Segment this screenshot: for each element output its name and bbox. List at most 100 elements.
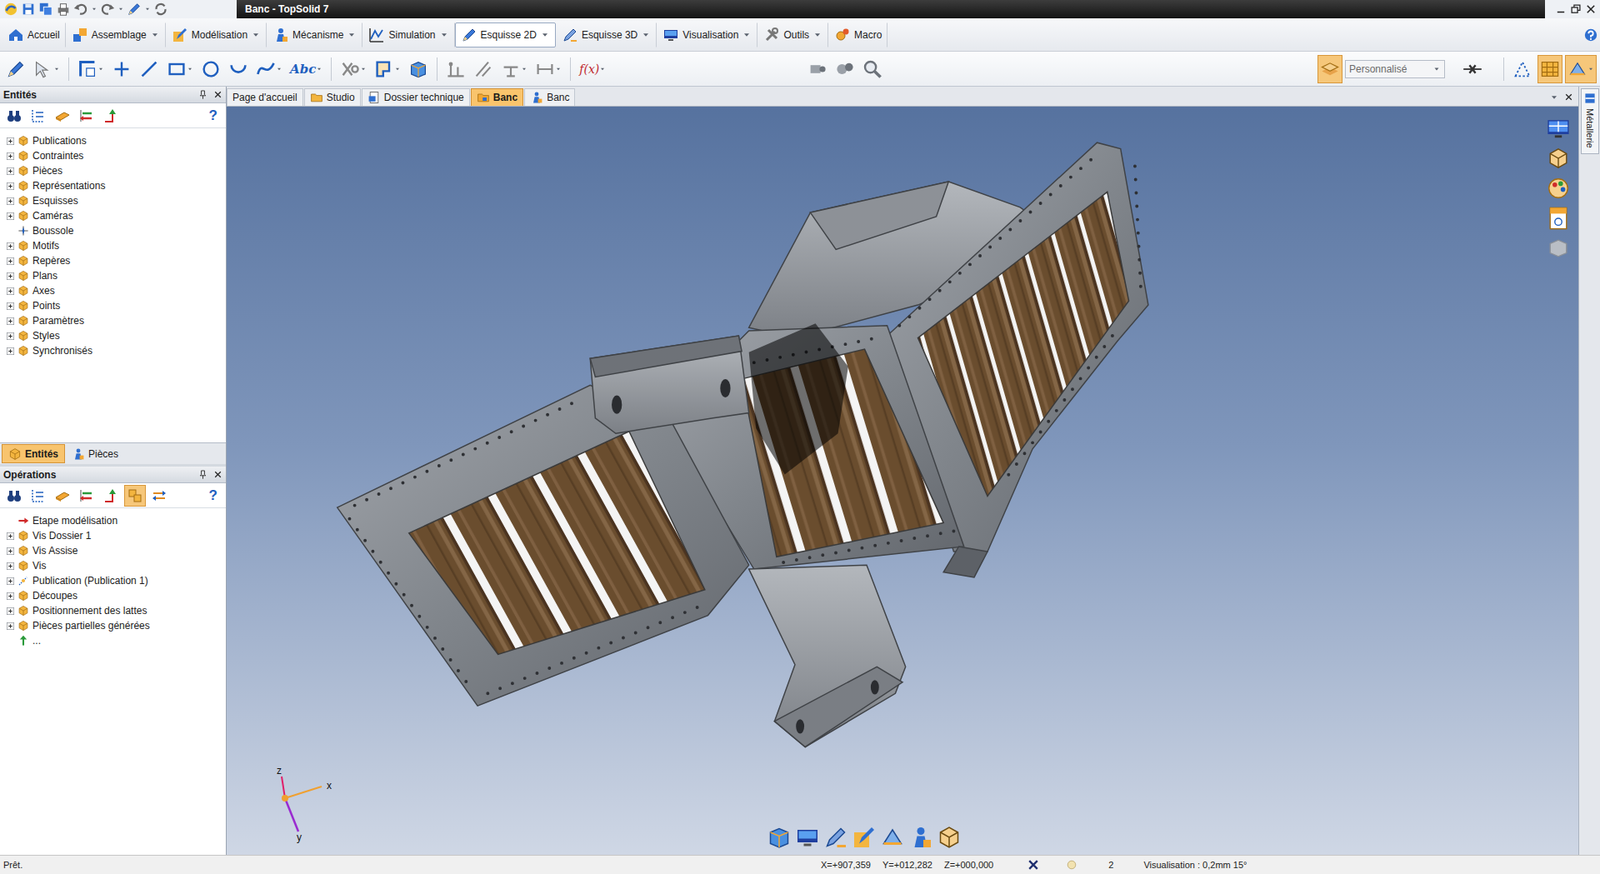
dropdown-caret-icon[interactable] bbox=[90, 5, 98, 13]
ribbon-tab[interactable]: Macro bbox=[828, 22, 888, 48]
clear-button[interactable] bbox=[51, 485, 74, 507]
ribbon-tab-label[interactable]: Mécanisme bbox=[292, 29, 344, 41]
document-tab[interactable]: Page d'accueil bbox=[226, 88, 304, 106]
ribbon-tab-label[interactable]: Visualisation bbox=[682, 29, 739, 41]
dropdown-caret-icon[interactable] bbox=[186, 65, 194, 73]
print-icon[interactable] bbox=[55, 1, 71, 17]
line-button[interactable] bbox=[136, 55, 162, 84]
tree-item[interactable]: Publication (Publication 1) bbox=[6, 573, 226, 589]
visualisation-precision[interactable]: Visualisation : 0,2mm 15° bbox=[1143, 860, 1247, 870]
numbering-button[interactable] bbox=[27, 105, 50, 127]
tree-item-label[interactable]: Paramètres bbox=[32, 315, 85, 327]
expand-icon[interactable] bbox=[6, 302, 15, 310]
tree-item[interactable]: ... bbox=[6, 633, 226, 649]
tree-item-label[interactable]: Contraintes bbox=[32, 150, 84, 162]
dropdown-caret-icon[interactable] bbox=[117, 5, 125, 13]
expand-icon[interactable] bbox=[6, 532, 15, 540]
dropdown-caret-icon[interactable] bbox=[53, 65, 60, 73]
redo-icon[interactable] bbox=[100, 1, 115, 17]
pencil-button[interactable] bbox=[3, 55, 29, 84]
document-tab-label[interactable]: Studio bbox=[326, 91, 355, 104]
dropdown-caret-icon[interactable] bbox=[144, 5, 151, 13]
tree-item[interactable]: Découpes bbox=[6, 588, 226, 604]
dropdown-caret-icon[interactable] bbox=[275, 65, 283, 73]
tree-item-label[interactable]: Points bbox=[32, 300, 60, 312]
tree-item[interactable]: Contraintes bbox=[6, 148, 226, 164]
text-tool-label[interactable]: Abc bbox=[290, 61, 316, 77]
ribbon-tab[interactable]: Outils bbox=[757, 22, 829, 48]
style-combo[interactable]: Personnalisé bbox=[1345, 60, 1445, 79]
move-button[interactable] bbox=[75, 105, 98, 127]
tree-item[interactable]: Etape modélisation bbox=[6, 513, 226, 529]
document-tab[interactable]: Banc bbox=[470, 88, 524, 106]
expand-icon[interactable] bbox=[6, 622, 15, 630]
ribbon-tab-label[interactable]: Macro bbox=[854, 29, 882, 41]
expand-icon[interactable] bbox=[6, 347, 15, 355]
tree-item[interactable]: Repères bbox=[6, 253, 226, 269]
ribbon-tab[interactable]: Simulation bbox=[362, 22, 455, 48]
expand-icon[interactable] bbox=[6, 242, 15, 250]
expand-icon[interactable] bbox=[6, 152, 15, 160]
dropdown-caret-icon[interactable] bbox=[150, 30, 160, 40]
view-side-icon[interactable] bbox=[795, 825, 820, 850]
help-icon[interactable] bbox=[1583, 27, 1599, 43]
panel-tab-label[interactable]: Pièces bbox=[88, 448, 119, 460]
help-button[interactable]: ? bbox=[204, 487, 223, 505]
tree-item-label[interactable]: Repères bbox=[32, 255, 70, 267]
close-icon[interactable] bbox=[213, 90, 223, 100]
select-button[interactable] bbox=[30, 55, 63, 84]
dropdown-caret-icon[interactable] bbox=[360, 65, 367, 73]
tree-item-label[interactable]: Caméras bbox=[32, 210, 74, 222]
document-tab-label[interactable]: Dossier technique bbox=[384, 91, 465, 104]
tree-item[interactable]: Paramètres bbox=[6, 313, 226, 329]
drawing-icon[interactable] bbox=[1546, 206, 1570, 230]
document-tab[interactable]: Studio bbox=[304, 88, 361, 106]
tree-item-label[interactable]: Etape modélisation bbox=[32, 515, 118, 527]
tree-item-label[interactable]: Découpes bbox=[32, 590, 78, 602]
ribbon-tab[interactable]: Accueil bbox=[1, 22, 66, 48]
tree-item[interactable]: Styles bbox=[6, 328, 226, 344]
close-icon[interactable] bbox=[213, 470, 223, 480]
shape-icon[interactable] bbox=[1546, 236, 1570, 260]
ribbon-tab[interactable]: Esquisse 3D bbox=[555, 22, 657, 48]
text-tool-button[interactable]: Abc bbox=[287, 55, 325, 84]
tree-item[interactable]: Esquisses bbox=[6, 193, 226, 209]
zoom-button[interactable] bbox=[860, 55, 885, 84]
expand-icon[interactable] bbox=[6, 197, 15, 205]
tree-item-label[interactable]: Synchronisés bbox=[32, 345, 93, 357]
distance-button[interactable] bbox=[532, 55, 565, 84]
save-icon[interactable] bbox=[20, 1, 36, 17]
dropdown-caret-icon[interactable] bbox=[315, 65, 323, 73]
expand-icon[interactable] bbox=[6, 577, 15, 585]
trim-button[interactable] bbox=[337, 55, 370, 84]
tree-item[interactable]: Motifs bbox=[6, 238, 226, 254]
tree-item-label[interactable]: Styles bbox=[32, 330, 60, 342]
panel-tab-label[interactable]: Entités bbox=[25, 448, 59, 460]
tree-item-label[interactable]: Motifs bbox=[32, 240, 60, 252]
document-tab-label[interactable]: Banc bbox=[546, 91, 570, 104]
pin-icon[interactable] bbox=[197, 469, 209, 480]
style-combo-value[interactable]: Personnalisé bbox=[1349, 63, 1407, 75]
panel-tab[interactable]: Pièces bbox=[65, 444, 125, 464]
tree-item[interactable]: Positionnement des lattes bbox=[6, 603, 226, 619]
function-tool-label[interactable]: f(x) bbox=[579, 62, 600, 76]
ribbon-tab-label[interactable]: Assemblage bbox=[91, 29, 147, 41]
tree-item-label[interactable]: Publication (Publication 1) bbox=[32, 575, 149, 587]
filter-icon[interactable] bbox=[1065, 858, 1079, 872]
tree-item[interactable]: Synchronisés bbox=[6, 343, 226, 359]
tree-item[interactable]: Caméras bbox=[6, 208, 226, 224]
ribbon-tab-label[interactable]: Modélisation bbox=[191, 29, 248, 41]
tree-item[interactable]: Vis bbox=[6, 558, 226, 574]
view-section-icon[interactable] bbox=[851, 825, 877, 850]
spline-button[interactable] bbox=[253, 55, 285, 84]
view-weight-icon[interactable] bbox=[936, 825, 962, 850]
minimize-icon[interactable] bbox=[1555, 3, 1567, 15]
refresh-icon[interactable] bbox=[153, 1, 169, 17]
tree-item-label[interactable]: ... bbox=[32, 635, 41, 647]
ribbon-tab-label[interactable]: Esquisse 3D bbox=[581, 29, 638, 41]
side-tab-label[interactable]: Métallerie bbox=[1585, 108, 1595, 149]
view-assembly-icon[interactable] bbox=[908, 825, 934, 850]
tree-item[interactable]: Vis Assise bbox=[6, 543, 226, 559]
expand-icon[interactable] bbox=[6, 607, 15, 615]
move-button[interactable] bbox=[75, 485, 98, 507]
